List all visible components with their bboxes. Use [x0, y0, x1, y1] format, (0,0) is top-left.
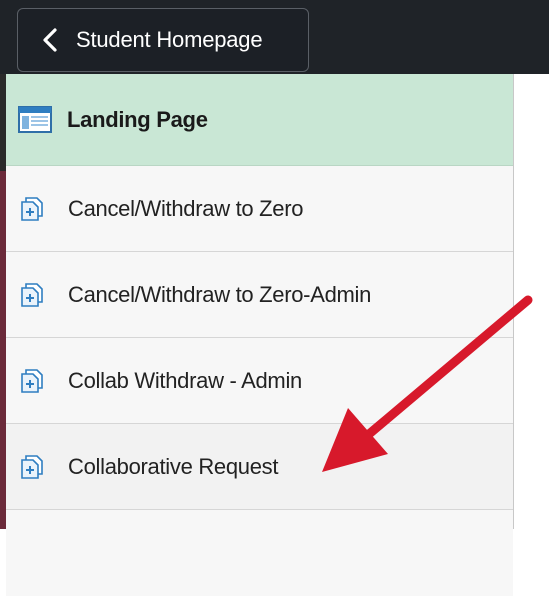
landing-page-icon — [18, 106, 52, 133]
document-plus-icon — [21, 282, 43, 307]
sidebar-item-label: Landing Page — [67, 106, 208, 132]
sidebar-item-collab-withdraw-admin[interactable]: Collab Withdraw - Admin — [6, 338, 513, 424]
sidebar-item-collaborative-request[interactable]: Collaborative Request — [6, 424, 513, 510]
sidebar-item-landing-page[interactable]: Landing Page — [6, 74, 513, 166]
back-to-student-homepage-button[interactable]: Student Homepage — [17, 8, 309, 72]
top-bar: Student Homepage — [0, 0, 549, 74]
document-plus-icon — [21, 454, 43, 479]
sidebar-item-label: Cancel/Withdraw to Zero — [68, 195, 304, 221]
sidebar-item-next-partial[interactable] — [6, 510, 513, 596]
sidebar-item-cancel-withdraw-to-zero[interactable]: Cancel/Withdraw to Zero — [6, 166, 513, 252]
document-plus-icon — [21, 368, 43, 393]
sidebar-item-cancel-withdraw-to-zero-admin[interactable]: Cancel/Withdraw to Zero-Admin — [6, 252, 513, 338]
sidebar-nav: Landing Page Cancel/Withdraw to Zero Can… — [6, 74, 514, 596]
back-button-label: Student Homepage — [76, 27, 263, 52]
sidebar-item-label: Cancel/Withdraw to Zero-Admin — [68, 281, 372, 307]
sidebar-item-label: Collaborative Request — [68, 453, 279, 479]
chevron-left-icon — [38, 27, 64, 53]
sidebar-item-label: Collab Withdraw - Admin — [68, 367, 302, 393]
document-plus-icon — [21, 196, 43, 221]
